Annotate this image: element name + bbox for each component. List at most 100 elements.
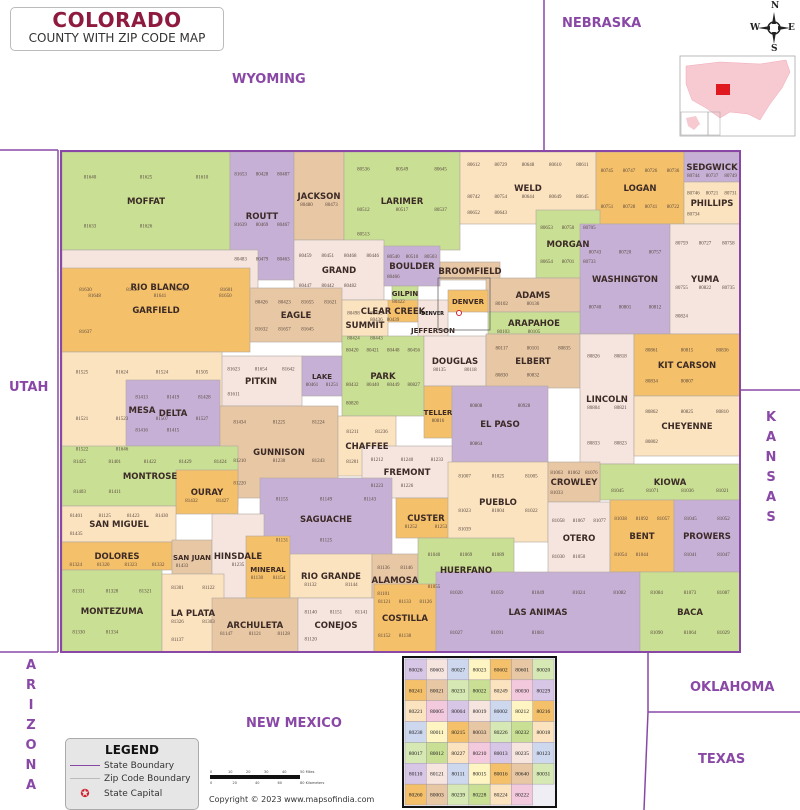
zip-code-label: 81303 <box>202 620 215 625</box>
zip-code-label: 81641 <box>154 294 167 299</box>
zip-code-label: 80743 <box>589 251 602 256</box>
zip-code-label: 81646 <box>116 448 129 453</box>
inset-zip-label: 80018 <box>536 730 550 736</box>
inset-zip-label: 80005 <box>430 709 444 715</box>
zip-code-label: 81415 <box>167 429 180 434</box>
county-label-delta: DELTA <box>159 409 188 419</box>
zip-code-label: 81092 <box>636 517 649 522</box>
county-label-huerfano: HUERFANO <box>440 566 492 576</box>
state-boundary-swatch-icon <box>70 765 100 766</box>
zip-code-label: 81625 <box>140 176 153 181</box>
county-label-dolores: DOLORES <box>94 552 139 562</box>
zip-code-label: 80483 <box>234 258 247 263</box>
county-label-fremont: FREMONT <box>384 468 431 478</box>
zip-code-label: 80102 <box>495 302 508 307</box>
zip-code-label: 80461 <box>306 383 319 388</box>
county-label-eagle: EAGLE <box>281 311 312 321</box>
zip-code-label: 80827 <box>408 383 421 388</box>
scale-tick-miles: 40 <box>282 770 286 774</box>
county-label-las-animas: LAS ANIMAS <box>508 608 567 618</box>
county-label-jefferson: JEFFERSON <box>410 327 455 335</box>
colorado-highlight <box>716 84 730 95</box>
zip-code-label: 81654 <box>255 368 268 373</box>
zip-code-label: 80737 <box>706 174 719 179</box>
scale-tick-km: 60 <box>278 781 282 785</box>
zip-code-label: 81505 <box>196 370 209 375</box>
zip-code-label: 81054 <box>614 553 627 558</box>
inset-zip-label: 80123 <box>536 751 550 757</box>
scale-tick-miles: 10 <box>228 770 232 774</box>
zip-code-label: 81087 <box>717 591 730 596</box>
zip-code-label: 81427 <box>216 499 229 504</box>
zip-code-label: 81332 <box>152 563 165 568</box>
copyright: Copyright © 2023 www.mapsofindia.com <box>209 795 375 804</box>
capital-star-icon <box>456 310 462 316</box>
inset-zip-label: 80227 <box>451 751 465 757</box>
scale-tick-miles: 50 Miles <box>300 770 315 774</box>
zip-code-label: 81429 <box>179 460 192 465</box>
zip-code-label: 80815 <box>681 349 694 354</box>
county-label-rio-blanco: RIO BLANCO <box>131 283 190 293</box>
zip-code-label: 81611 <box>228 393 241 398</box>
zip-code-label: 81122 <box>202 586 215 591</box>
title-box: COLORADO COUNTY WITH ZIP CODE MAP <box>10 7 224 51</box>
zip-code-label: 81101 <box>377 592 390 597</box>
zip-code-label: 81212 <box>371 458 384 463</box>
zip-code-label: 81403 <box>73 490 86 495</box>
zip-code-label: 81147 <box>220 632 233 637</box>
zip-code-label: 81045 <box>684 517 697 522</box>
zip-code-label: 80826 <box>587 355 600 360</box>
zip-code-label: 80820 <box>346 402 359 407</box>
county-label-garfield: GARFIELD <box>132 306 179 316</box>
zip-code-label: 81154 <box>273 576 286 581</box>
zip-code-label: 80482 <box>344 284 357 289</box>
county-label-gilpin: GILPIN <box>392 290 419 298</box>
zip-code-label: 81077 <box>593 519 606 524</box>
inset-zip-label: 80026 <box>409 667 423 673</box>
inset-zip-label: 80023 <box>473 667 487 673</box>
zip-code-label: 81033 <box>550 491 563 496</box>
state-label-new-mexico: NEW MEXICO <box>246 716 342 731</box>
zip-code-label: 80446 <box>367 254 380 259</box>
zip-code-label: 81050 <box>573 555 586 560</box>
inset-zip-label: 80221 <box>409 709 423 715</box>
zip-code-label: 81425 <box>73 460 86 465</box>
zip-code-label: 80117 <box>496 347 509 352</box>
zip-code-label: 80727 <box>699 241 712 246</box>
zip-code-label: 80736 <box>667 169 680 174</box>
compass-south: S <box>771 44 778 54</box>
county-label-montezuma: MONTEZUMA <box>81 607 144 617</box>
legend-label: State Capital <box>104 789 163 799</box>
county-label-kit-carson: KIT CARSON <box>658 361 716 371</box>
inset-zip-label: 80013 <box>494 751 508 757</box>
zip-code-label: 81021 <box>716 489 729 494</box>
capital-label: DENVER <box>421 311 444 317</box>
zip-code-label: 81323 <box>125 563 138 568</box>
zip-code-label: 80823 <box>614 441 627 446</box>
zip-code-label: 81623 <box>227 368 240 373</box>
county-label-saguache: SAGUACHE <box>300 515 352 525</box>
zip-code-label: 81236 <box>375 430 388 435</box>
zip-code-label: 80503 <box>424 255 437 260</box>
zip-code-label: 80451 <box>322 254 335 259</box>
zip-code-label: 80802 <box>645 440 658 445</box>
zip-code-label: 80757 <box>649 251 662 256</box>
zip-code-label: 80750 <box>562 226 575 231</box>
state-label-kansas: KANSAS <box>765 410 777 525</box>
zip-code-label: 81089 <box>492 553 505 558</box>
inset-zip-label: 80232 <box>515 730 529 736</box>
inset-zip-label: 80027 <box>451 667 465 673</box>
zip-code-label: 81084 <box>650 591 663 596</box>
zip-code-label: 81630 <box>79 288 92 293</box>
zip-code-label: 80825 <box>681 410 694 415</box>
zip-code-label: 81624 <box>116 370 129 375</box>
county-label-mineral: MINERAL <box>250 566 286 574</box>
map-subtitle: COUNTY WITH ZIP CODE MAP <box>28 31 206 45</box>
inset-zip-label: 80033 <box>473 730 487 736</box>
zip-code-label: 81133 <box>399 600 412 605</box>
zip-code-label: 81055 <box>428 585 441 590</box>
zip-code-label: 80705 <box>583 226 596 231</box>
zip-code-label: 81121 <box>249 632 262 637</box>
scale-tick-miles: 30 <box>264 770 268 774</box>
zip-code-label: 80421 <box>367 348 380 353</box>
